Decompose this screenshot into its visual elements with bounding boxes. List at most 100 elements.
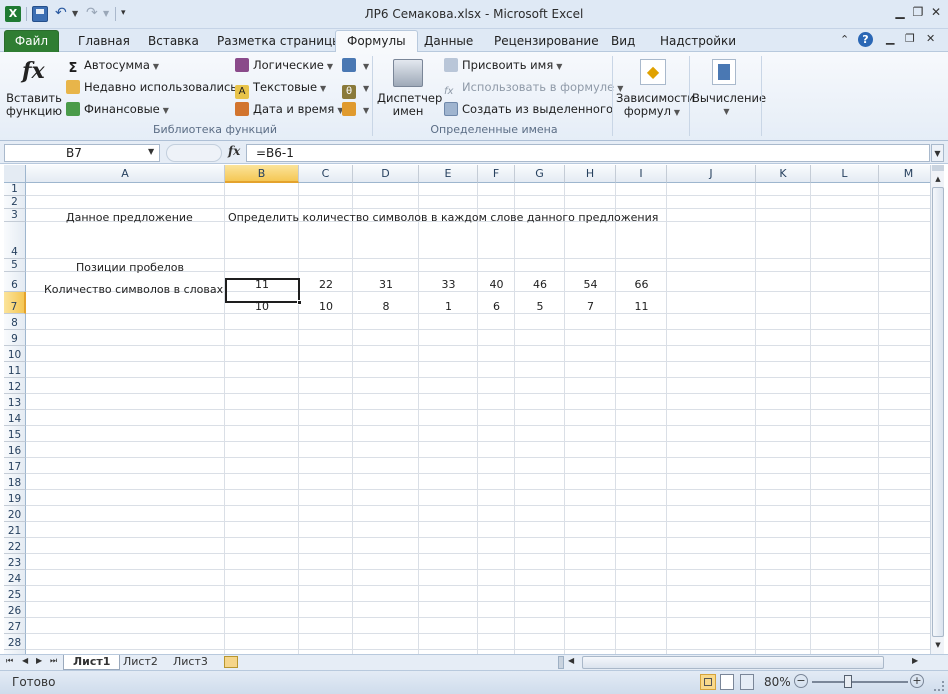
- cell-row6-c[interactable]: 22: [299, 278, 353, 291]
- row-header-27[interactable]: 27: [4, 618, 26, 634]
- sheet-tab-2[interactable]: Лист2: [114, 655, 167, 670]
- calculation-button[interactable]: Вычисление ▼: [692, 56, 766, 120]
- tab-page-layout[interactable]: Разметка страницы: [205, 30, 354, 52]
- cell-row7-f[interactable]: 6: [478, 300, 515, 313]
- cell-a7[interactable]: Количество символов в словах: [44, 283, 223, 296]
- use-in-formula-button[interactable]: fx Использовать в формуле ▼: [444, 78, 623, 97]
- autosum-button[interactable]: Σ Автосумма ▼: [66, 56, 160, 76]
- column-header-i[interactable]: I: [616, 165, 667, 183]
- column-header-k[interactable]: K: [756, 165, 811, 183]
- tab-view[interactable]: Вид: [599, 30, 647, 52]
- split-box[interactable]: [932, 165, 944, 171]
- recently-used-button[interactable]: Недавно использовались▼: [66, 78, 246, 96]
- row-header-26[interactable]: 26: [4, 602, 26, 618]
- row-header-22[interactable]: 22: [4, 538, 26, 554]
- text-functions-button[interactable]: A Текстовые ▼: [235, 78, 326, 99]
- zoom-in-button[interactable]: +: [910, 674, 924, 688]
- resize-grip-icon[interactable]: [934, 681, 944, 691]
- row-header-20[interactable]: 20: [4, 506, 26, 522]
- worksheet-grid[interactable]: ABCDEFGHIJKLM 1 2 3 4 5 6 7 8 9 10 11 12 13 14 15 16 17 1…: [4, 165, 930, 654]
- row-header-3[interactable]: 3: [4, 209, 26, 222]
- cell-a4[interactable]: Данное предложение: [66, 211, 193, 224]
- workbook-restore-button[interactable]: ❐: [905, 32, 915, 45]
- cell-row7-i[interactable]: 11: [616, 300, 667, 313]
- row-header-21[interactable]: 21: [4, 522, 26, 538]
- tab-split-handle[interactable]: [558, 656, 564, 669]
- lookup-functions-button[interactable]: ▼: [342, 56, 369, 74]
- name-box[interactable]: B7: [4, 144, 160, 162]
- cell-row7-g[interactable]: 5: [515, 300, 565, 313]
- insert-function-button[interactable]: fx Вставить функцию: [6, 56, 62, 120]
- row-header-14[interactable]: 14: [4, 410, 26, 426]
- tab-formulas[interactable]: Формулы: [335, 30, 418, 54]
- row-header-7[interactable]: 7: [4, 292, 26, 314]
- column-header-m[interactable]: M: [879, 165, 930, 183]
- restore-button[interactable]: ❐: [910, 5, 926, 19]
- column-header-f[interactable]: F: [478, 165, 515, 183]
- normal-view-button[interactable]: [700, 674, 716, 690]
- row-header-18[interactable]: 18: [4, 474, 26, 490]
- row-header-12[interactable]: 12: [4, 378, 26, 394]
- row-header-24[interactable]: 24: [4, 570, 26, 586]
- column-header-j[interactable]: J: [667, 165, 756, 183]
- cell-row7-c[interactable]: 10: [299, 300, 353, 313]
- row-header-28[interactable]: 28: [4, 634, 26, 650]
- cell-row6-e[interactable]: 33: [419, 278, 478, 291]
- workbook-minimize-button[interactable]: ▁: [886, 32, 894, 45]
- cell-row7-d[interactable]: 8: [353, 300, 419, 313]
- expand-formula-bar-icon[interactable]: ▼: [931, 144, 944, 162]
- fill-handle[interactable]: [297, 300, 302, 305]
- zoom-slider-track[interactable]: [812, 681, 908, 683]
- cell-row7-e[interactable]: 1: [419, 300, 478, 313]
- minimize-button[interactable]: ▁: [892, 5, 908, 19]
- row-header-4[interactable]: 4: [4, 222, 26, 259]
- first-sheet-button[interactable]: ⏮: [6, 656, 13, 666]
- scroll-down-button[interactable]: ▼: [932, 638, 944, 652]
- cell-b4[interactable]: Определить количество символов в каждом …: [228, 211, 658, 224]
- column-header-b[interactable]: B: [225, 165, 299, 183]
- row-header-5[interactable]: 5: [4, 259, 26, 272]
- row-header-10[interactable]: 10: [4, 346, 26, 362]
- help-icon[interactable]: ?: [858, 32, 873, 47]
- row-header-25[interactable]: 25: [4, 586, 26, 602]
- column-header-a[interactable]: A: [26, 165, 225, 183]
- cell-row6-f[interactable]: 40: [478, 278, 515, 291]
- logical-button[interactable]: Логические ▼: [235, 56, 333, 74]
- scroll-left-button[interactable]: ◀: [568, 656, 574, 665]
- zoom-out-button[interactable]: −: [794, 674, 808, 688]
- row-header-13[interactable]: 13: [4, 394, 26, 410]
- tab-insert[interactable]: Вставка: [136, 30, 211, 52]
- column-header-e[interactable]: E: [419, 165, 478, 183]
- page-break-view-button[interactable]: [740, 674, 754, 690]
- formula-bar-resize-handle[interactable]: [166, 144, 222, 162]
- tab-data[interactable]: Данные: [412, 30, 485, 52]
- cell-row6-i[interactable]: 66: [616, 278, 667, 291]
- tab-review[interactable]: Рецензирование: [482, 30, 611, 52]
- select-all-corner[interactable]: [4, 165, 26, 183]
- row-header-19[interactable]: 19: [4, 490, 26, 506]
- row-header-8[interactable]: 8: [4, 314, 26, 330]
- row-header-9[interactable]: 9: [4, 330, 26, 346]
- prev-sheet-button[interactable]: ◀: [22, 656, 28, 665]
- cell-a6[interactable]: Позиции пробелов: [76, 261, 184, 274]
- formula-input[interactable]: =B6-1: [246, 144, 930, 162]
- formula-dependencies-button[interactable]: ◆ Зависимости формул ▼: [616, 56, 695, 120]
- last-sheet-button[interactable]: ⏭: [50, 656, 57, 666]
- sheet-tab-1[interactable]: Лист1: [63, 655, 121, 670]
- datetime-button[interactable]: Дата и время ▼: [235, 100, 343, 118]
- scroll-right-button[interactable]: ▶: [912, 656, 918, 665]
- column-header-l[interactable]: L: [811, 165, 879, 183]
- tab-addins[interactable]: Надстройки: [648, 30, 748, 52]
- page-layout-view-button[interactable]: [720, 674, 734, 690]
- name-manager-button[interactable]: Диспетчер имен: [377, 56, 442, 120]
- row-header-15[interactable]: 15: [4, 426, 26, 442]
- more-functions-button[interactable]: ▼: [342, 100, 369, 118]
- column-header-d[interactable]: D: [353, 165, 419, 183]
- horizontal-scroll-thumb[interactable]: [582, 656, 884, 669]
- vertical-scrollbar[interactable]: ▲ ▼: [930, 165, 944, 654]
- active-cell-selection[interactable]: [225, 278, 300, 303]
- row-header-17[interactable]: 17: [4, 458, 26, 474]
- vertical-scroll-thumb[interactable]: [932, 187, 944, 637]
- row-header-1[interactable]: 1: [4, 183, 26, 196]
- row-header-23[interactable]: 23: [4, 554, 26, 570]
